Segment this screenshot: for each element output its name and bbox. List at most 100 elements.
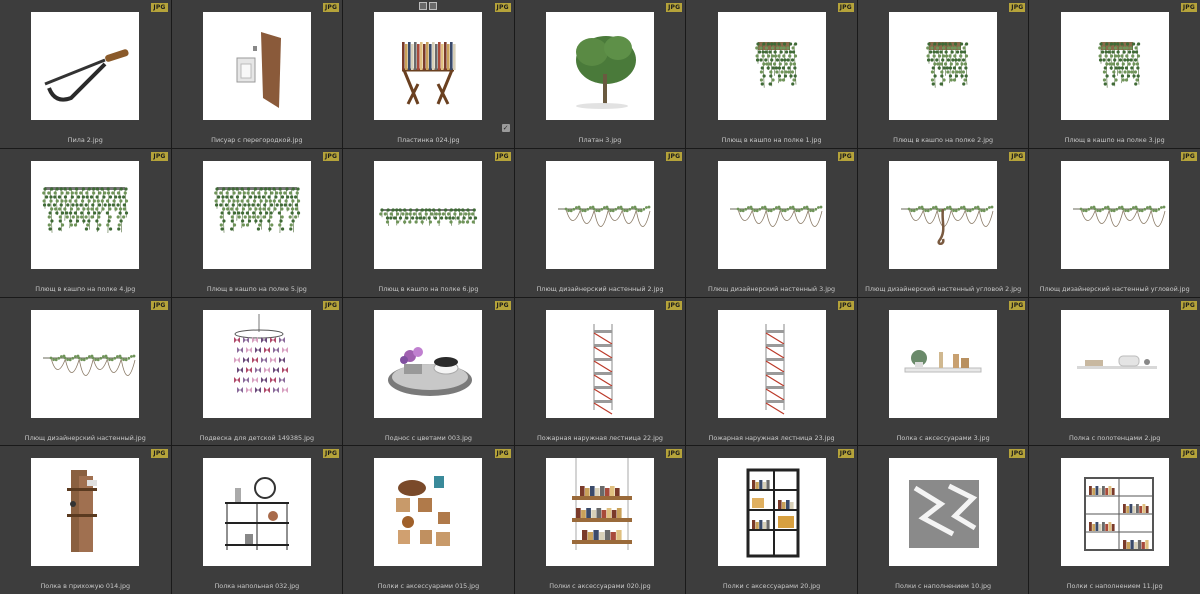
thumbnail-image[interactable] — [545, 12, 654, 120]
hacksaw-icon — [44, 49, 129, 102]
thumbnail-image[interactable] — [545, 458, 654, 567]
file-name: Плющ в кашпо на полке 1.jpg — [721, 136, 822, 144]
thumbnail-image[interactable] — [374, 12, 483, 120]
file-type-badge: JPG — [1009, 300, 1026, 310]
thumbnail-image[interactable] — [31, 458, 140, 567]
thumbnail-tile[interactable]: JPG Полки с наполнением 11.jpg — [1029, 446, 1200, 594]
hanging-shelves-icon — [571, 458, 632, 551]
thumbnail-image[interactable] — [889, 160, 998, 269]
file-name: Полки с наполнением 11.jpg — [1066, 582, 1163, 591]
thumbnail-tile[interactable]: JPG ✓ Пластинка 024.jpg — [343, 0, 514, 148]
file-name: Полка с полотенцами 2.jpg — [1069, 433, 1161, 442]
thumbnail-image[interactable] — [545, 160, 654, 269]
thumbnail-tile[interactable]: JPG Плющ дизайнерский настенный.jpg — [0, 297, 171, 446]
file-type-badge: JPG — [322, 3, 340, 12]
thumbnail-tile[interactable]: JPG Пожарная наружная лестница 22.jpg — [514, 297, 686, 446]
thumbnail-image[interactable] — [717, 309, 826, 418]
file-name: Поднос с цветами 003.jpg — [384, 433, 472, 442]
thumbnail-image[interactable] — [374, 458, 483, 567]
thumbnail-image[interactable] — [374, 160, 483, 269]
ivy-pot-icon — [1097, 42, 1140, 88]
thumbnail-image[interactable] — [717, 458, 826, 567]
file-type-badge: JPG — [322, 449, 340, 459]
thumbnail-tile[interactable]: JPG Полка в прихожую 014.jpg — [0, 446, 171, 594]
thumbnail-image[interactable] — [1060, 458, 1169, 567]
thumbnail-tile[interactable]: JPG Плющ дизайнерский настенный 2.jpg — [514, 148, 686, 297]
ivy-shelf-icon — [42, 186, 129, 233]
file-type-badge: JPG — [322, 151, 340, 161]
thumbnail-tile[interactable]: JPG Плющ в кашпо на полке 5.jpg — [171, 148, 343, 297]
thumbnail-grid: JPG Пила 2.jpg JPG Писуар с перегородкой.jp… — [0, 0, 1200, 594]
towel-shelf-icon — [1076, 355, 1157, 369]
thumbnail-image[interactable] — [545, 309, 654, 418]
file-name: Плющ в кашпо на полке 5.jpg — [206, 284, 307, 293]
file-name: Пила 2.jpg — [67, 136, 103, 144]
rotate-icon[interactable] — [419, 2, 428, 10]
thumbnail-tile[interactable]: JPG Плющ в кашпо на полке 6.jpg — [343, 148, 514, 297]
thumbnail-tile[interactable]: JPG Полки с аксессуарами 015.jpg — [343, 446, 514, 594]
file-name: Плющ дизайнерский настенный 3.jpg — [708, 284, 836, 293]
file-name: Плющ дизайнерский настенный.jpg — [24, 433, 146, 442]
thumbnail-image[interactable] — [202, 458, 311, 567]
thumbnail-tile[interactable]: JPG Плющ дизайнерский настенный угловой.j… — [1029, 148, 1200, 297]
thumbnail-tile[interactable]: JPG Плющ в кашпо на полке 4.jpg — [0, 148, 171, 297]
thumbnail-tile[interactable]: JPG Подвеска для детской 149385.jpg — [171, 297, 343, 446]
thumbnail-tile[interactable]: JPG Платан 3.jpg — [514, 0, 686, 148]
file-type-badge: JPG — [322, 300, 340, 310]
thumbnail-tile[interactable]: JPG Плющ в кашпо на полке 3.jpg — [1029, 0, 1200, 148]
file-name: Плющ в кашпо на полке 3.jpg — [1064, 136, 1165, 144]
thumbnail-tile[interactable]: JPG Плющ в кашпо на полке 1.jpg — [686, 0, 857, 148]
file-type-badge: JPG — [494, 3, 511, 12]
file-type-badge: JPG — [1009, 3, 1026, 12]
thumbnail-tile[interactable]: JPG Полки с аксессуарами 020.jpg — [514, 446, 686, 594]
check-icon[interactable]: ✓ — [501, 124, 510, 132]
edit-pencil-icon[interactable] — [429, 2, 438, 10]
thumbnail-image[interactable] — [31, 12, 140, 120]
file-name: Полка с аксессуарами 3.jpg — [896, 433, 990, 442]
thumbnail-image[interactable] — [889, 309, 998, 418]
wood-blocks-icon — [396, 476, 451, 547]
thumbnail-image[interactable] — [202, 309, 311, 418]
ivy-vine-icon — [1072, 205, 1166, 227]
bookcase-icon — [746, 468, 800, 558]
thumbnail-image[interactable] — [31, 309, 140, 418]
thumbnail-tile[interactable]: JPG Писуар с перегородкой.jpg — [171, 0, 343, 148]
thumbnail-image[interactable] — [202, 12, 311, 120]
thumbnail-image[interactable] — [202, 160, 311, 269]
ivy-vine-icon — [43, 354, 136, 376]
thumbnail-tile[interactable]: JPG Поднос с цветами 003.jpg — [343, 297, 514, 446]
thumbnail-tile[interactable]: JPG Плющ в кашпо на полке 2.jpg — [857, 0, 1029, 148]
thumbnail-tile[interactable]: JPG Плющ дизайнерский настенный угловой 2… — [857, 148, 1029, 297]
thumbnail-image[interactable] — [1060, 160, 1169, 269]
thumbnail-tile[interactable]: JPG Полка с аксессуарами 3.jpg — [857, 297, 1029, 446]
thumbnail-image[interactable] — [374, 309, 483, 418]
thumbnail-tile[interactable]: JPG Пожарная наружная лестница 23.jpg — [686, 297, 857, 446]
wall-shelf-icon — [904, 349, 982, 372]
file-type-badge: JPG — [1009, 449, 1026, 459]
file-name: Полки с аксессуарами 020.jpg — [549, 582, 651, 591]
thumbnail-tile[interactable]: JPG Полка напольная 032.jpg — [171, 446, 343, 594]
thumbnail-tile[interactable]: JPG Полки с аксессуарами 20.jpg — [686, 446, 857, 594]
thumbnail-image[interactable] — [889, 458, 998, 567]
thumbnail-image[interactable] — [31, 160, 140, 269]
thumbnail-tile[interactable]: JPG Пила 2.jpg — [0, 0, 171, 148]
file-type-badge: JPG — [666, 3, 683, 12]
file-type-badge: JPG — [494, 300, 511, 310]
thumbnail-image[interactable] — [1060, 309, 1169, 418]
thumbnail-tile[interactable]: JPG Полки с наполнением 10.jpg — [857, 446, 1029, 594]
plane-tree-icon — [575, 36, 636, 109]
thumbnail-image[interactable] — [717, 160, 826, 269]
thumbnail-image[interactable] — [889, 12, 998, 120]
file-name: Полка в прихожую 014.jpg — [40, 582, 131, 591]
thumbnail-image[interactable] — [1060, 12, 1169, 120]
tile-tools — [419, 2, 438, 10]
thumbnail-tile[interactable]: JPG Плющ дизайнерский настенный 3.jpg — [686, 148, 857, 297]
file-type-badge: JPG — [1180, 3, 1197, 12]
file-type-badge: JPG — [1180, 151, 1197, 161]
bookcase-wide-icon — [1083, 477, 1154, 552]
thumbnail-image[interactable] — [717, 12, 826, 120]
file-name: Пожарная наружная лестница 23.jpg — [708, 433, 835, 442]
file-type-badge: JPG — [494, 449, 511, 459]
file-type-badge: JPG — [151, 151, 168, 161]
thumbnail-tile[interactable]: JPG Полка с полотенцами 2.jpg — [1029, 297, 1200, 446]
